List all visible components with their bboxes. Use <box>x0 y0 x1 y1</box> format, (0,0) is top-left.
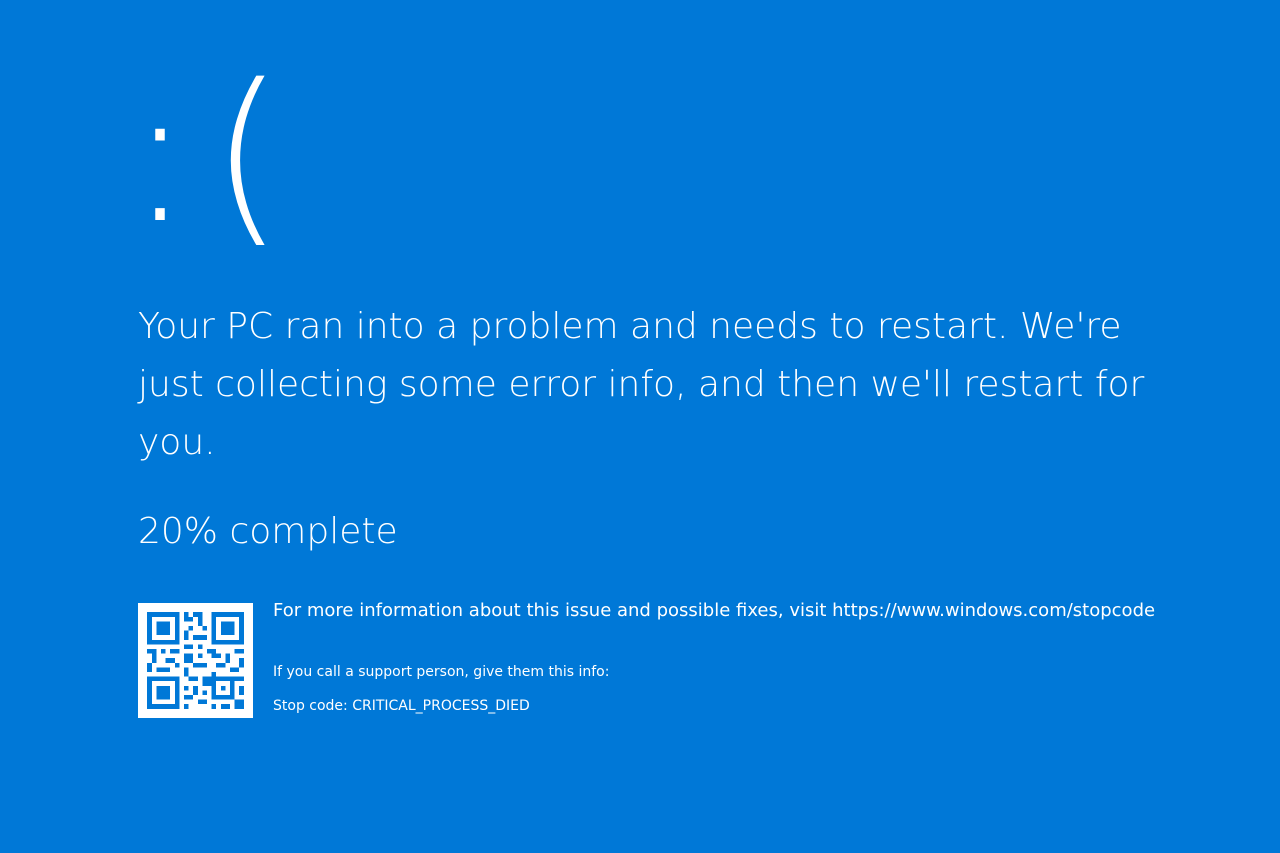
qr-code-icon <box>138 603 253 718</box>
progress-text: 20% complete <box>138 511 398 552</box>
more-info-text: For more information about this issue an… <box>273 600 1156 621</box>
support-info: For more information about this issue an… <box>273 598 1223 716</box>
error-message: Your PC ran into a problem and needs to … <box>138 306 1145 463</box>
stop-code-text: Stop code: CRITICAL_PROCESS_DIED <box>273 698 530 714</box>
support-person-text: If you call a support person, give them … <box>273 664 610 680</box>
sad-face: :( <box>128 44 303 265</box>
